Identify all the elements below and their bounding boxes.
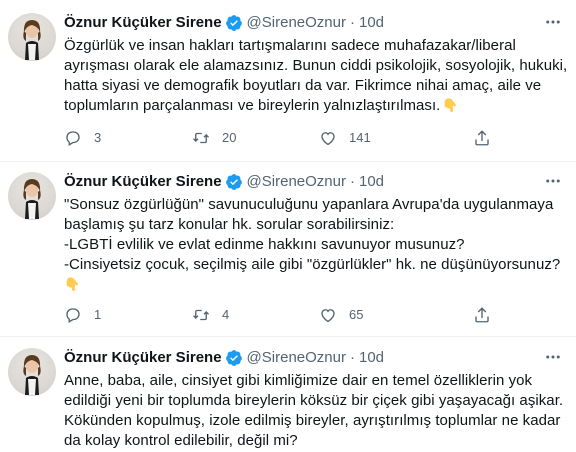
share-icon xyxy=(475,307,489,323)
tweet-text-line: ayrışması olarak ele alamazsınız. Bunun … xyxy=(64,57,568,74)
tweet-text: Anne, baba, aile, cinsiyet gibi kimliğim… xyxy=(64,371,564,451)
retweet-button[interactable]: 4 xyxy=(192,305,229,325)
tweet-text-line: -LGBTİ evlilik ve evlat edinme hakkını s… xyxy=(64,236,465,253)
share-icon xyxy=(475,130,489,146)
tweet-timestamp[interactable]: 10d xyxy=(359,13,384,33)
heart-icon xyxy=(321,132,335,146)
author-name[interactable]: Öznur Küçüker Sirene xyxy=(64,13,222,33)
tweet-header: Öznur Küçüker Sirene @SireneOznur · 10d xyxy=(64,348,564,368)
avatar[interactable] xyxy=(8,172,56,220)
more-options-icon[interactable] xyxy=(544,172,562,190)
emoji-line xyxy=(64,275,564,295)
verified-badge-icon xyxy=(225,15,242,31)
reply-count: 1 xyxy=(94,307,102,322)
author-handle[interactable]: @SireneOznur xyxy=(247,348,346,368)
tweet-text-line: toplumların parçalanması ve bireylerin y… xyxy=(64,97,441,114)
tweet-divider xyxy=(0,336,576,337)
backhand-index-pointing-down-emoji xyxy=(445,98,457,113)
reply-button[interactable]: 1 xyxy=(64,305,101,325)
like-count: 141 xyxy=(349,130,371,145)
heart-icon xyxy=(321,309,335,323)
like-count: 65 xyxy=(349,307,364,322)
tweet-text-line-with-emoji: toplumların parçalanması ve bireylerin y… xyxy=(64,96,564,116)
timeline: Öznur Küçüker Sirene @SireneOznur · 10d … xyxy=(0,0,576,452)
retweet-icon xyxy=(193,309,209,321)
retweet-icon xyxy=(193,132,209,144)
tweet-text: Özgürlük ve insan hakları tartışmalarını… xyxy=(64,36,568,116)
tweet-timestamp[interactable]: 10d xyxy=(359,348,384,368)
share-button[interactable] xyxy=(473,128,491,148)
tweet[interactable]: Öznur Küçüker Sirene @SireneOznur · 10d … xyxy=(0,348,576,452)
tweet-text-line: Anne, baba, aile, cinsiyet gibi kimliğim… xyxy=(64,372,533,389)
author-name[interactable]: Öznur Küçüker Sirene xyxy=(64,172,222,192)
like-button[interactable]: 141 xyxy=(319,128,371,148)
tweet-actions: 3 20 141 xyxy=(64,128,504,148)
tweet-text-line: hatta siyasi ve demografik boyutları da … xyxy=(64,77,542,94)
retweet-count: 20 xyxy=(222,130,237,145)
reply-count: 3 xyxy=(94,130,102,145)
tweet[interactable]: Öznur Küçüker Sirene @SireneOznur · 10d … xyxy=(0,13,576,163)
avatar[interactable] xyxy=(8,13,56,61)
tweet-text: "Sonsuz özgürlüğün" savunuculuğunu yapan… xyxy=(64,195,564,295)
tweet-text-line: da kolay kontrol edilebilir, değil mi? xyxy=(64,432,298,449)
tweet[interactable]: Öznur Küçüker Sirene @SireneOznur · 10d … xyxy=(0,172,576,332)
tweet-text-line: "Sonsuz özgürlüğün" savunuculuğunu yapan… xyxy=(64,196,554,213)
tweet-header: Öznur Küçüker Sirene @SireneOznur · 10d xyxy=(64,13,564,33)
separator-dot: · xyxy=(349,349,355,366)
reply-icon xyxy=(66,131,80,146)
tweet-text-line: Özgürlük ve insan hakları tartışmalarını… xyxy=(64,37,516,54)
author-name[interactable]: Öznur Küçüker Sirene xyxy=(64,348,222,368)
verified-badge-icon xyxy=(225,174,242,190)
separator-dot: · xyxy=(349,14,355,31)
tweet-text-line: Kökünden kopulmuş, izole edilmiş bireyle… xyxy=(64,412,561,429)
tweet-divider xyxy=(0,161,576,162)
retweet-button[interactable]: 20 xyxy=(192,128,236,148)
tweet-text-line: -Cinsiyetsiz çocuk, seçilmiş aile gibi "… xyxy=(64,256,561,273)
tweet-actions: 1 4 65 xyxy=(64,305,504,325)
tweet-header: Öznur Küçüker Sirene @SireneOznur · 10d xyxy=(64,172,564,192)
share-button[interactable] xyxy=(473,305,491,325)
verified-badge-icon xyxy=(225,350,242,366)
tweet-timestamp[interactable]: 10d xyxy=(359,172,384,192)
retweet-count: 4 xyxy=(222,307,230,322)
author-handle[interactable]: @SireneOznur xyxy=(247,172,346,192)
separator-dot: · xyxy=(349,173,355,190)
more-options-icon[interactable] xyxy=(544,348,562,366)
more-options-icon[interactable] xyxy=(544,13,562,31)
tweet-text-line: başlamış şu tarz konular hk. sorular sor… xyxy=(64,216,395,233)
reply-button[interactable]: 3 xyxy=(64,128,101,148)
reply-icon xyxy=(66,308,80,323)
backhand-index-pointing-down-emoji xyxy=(66,277,78,292)
like-button[interactable]: 65 xyxy=(319,305,363,325)
tweet-text-line: edildiği yeni bir toplumda bireylerin kö… xyxy=(64,392,564,409)
author-handle[interactable]: @SireneOznur xyxy=(247,13,346,33)
avatar[interactable] xyxy=(8,348,56,396)
